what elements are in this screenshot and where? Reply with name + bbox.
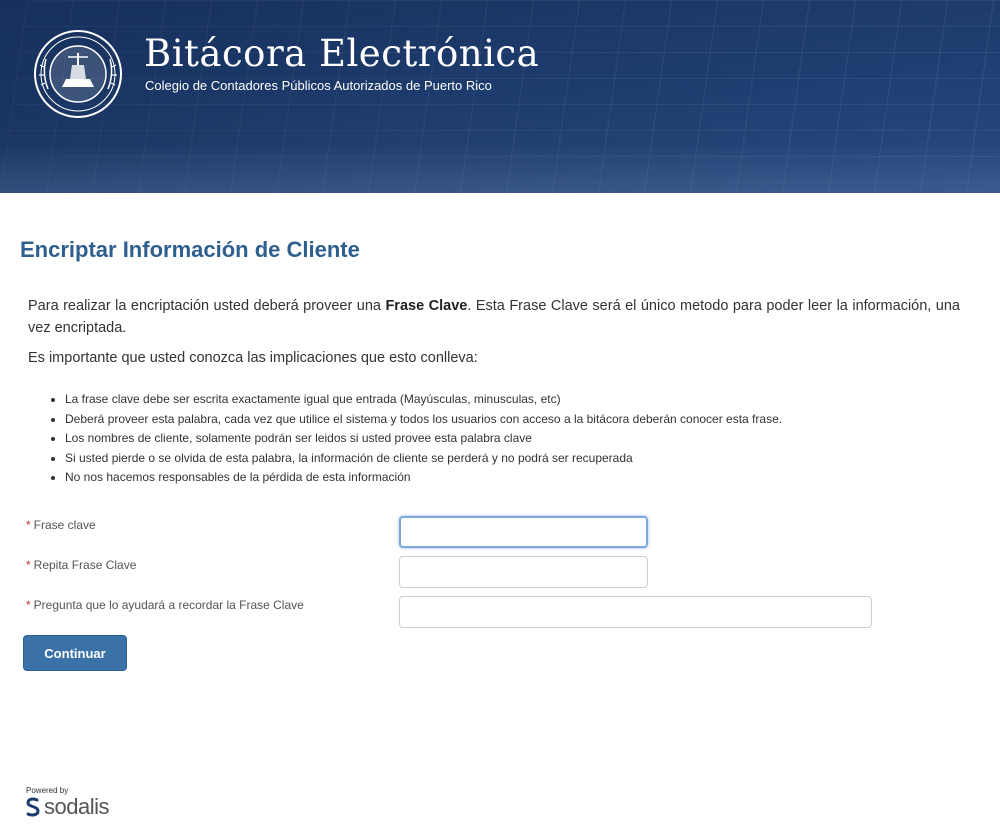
header-banner: Bitácora Electrónica Colegio de Contador… <box>0 0 1000 193</box>
sodalis-logo-icon <box>26 797 40 817</box>
brand-subtitle: Colegio de Contadores Públicos Autorizad… <box>145 78 492 93</box>
sodalis-brand-name: sodalis <box>44 794 109 819</box>
list-item: No nos hacemos responsables de la pérdid… <box>65 468 782 488</box>
repeat-passphrase-input[interactable] <box>399 556 648 588</box>
hint-question-input[interactable] <box>399 596 872 628</box>
list-item: Deberá proveer esta palabra, cada vez qu… <box>65 410 782 430</box>
hint-question-label: * Pregunta que lo ayudará a recordar la F… <box>26 598 304 612</box>
intro-paragraph: Para realizar la encriptación usted debe… <box>28 295 960 339</box>
brand-title: Bitácora Electrónica <box>144 32 540 75</box>
implications-list: La frase clave debe ser escrita exactame… <box>50 390 782 488</box>
list-item: Si usted pierde o se olvida de esta pala… <box>65 449 782 469</box>
required-marker: * <box>26 598 31 612</box>
repeat-passphrase-label: * Repita Frase Clave <box>26 558 137 572</box>
list-item: La frase clave debe ser escrita exactame… <box>65 390 782 410</box>
implications-heading: Es importante que usted conozca las impl… <box>28 350 478 366</box>
passphrase-input[interactable] <box>399 516 648 548</box>
page-title: Encriptar Información de Cliente <box>20 237 360 262</box>
continue-button[interactable]: Continuar <box>23 635 127 671</box>
intro-bold-term: Frase Clave <box>385 298 468 314</box>
required-marker: * <box>26 558 31 572</box>
seal-icon <box>34 30 122 118</box>
sodalis-logo[interactable]: sodalis <box>26 794 109 819</box>
intro-text-start: Para realizar la encriptación usted debe… <box>28 298 386 314</box>
passphrase-label: * Frase clave <box>26 518 96 532</box>
list-item: Los nombres de cliente, solamente podrán… <box>65 429 782 449</box>
required-marker: * <box>26 518 31 532</box>
